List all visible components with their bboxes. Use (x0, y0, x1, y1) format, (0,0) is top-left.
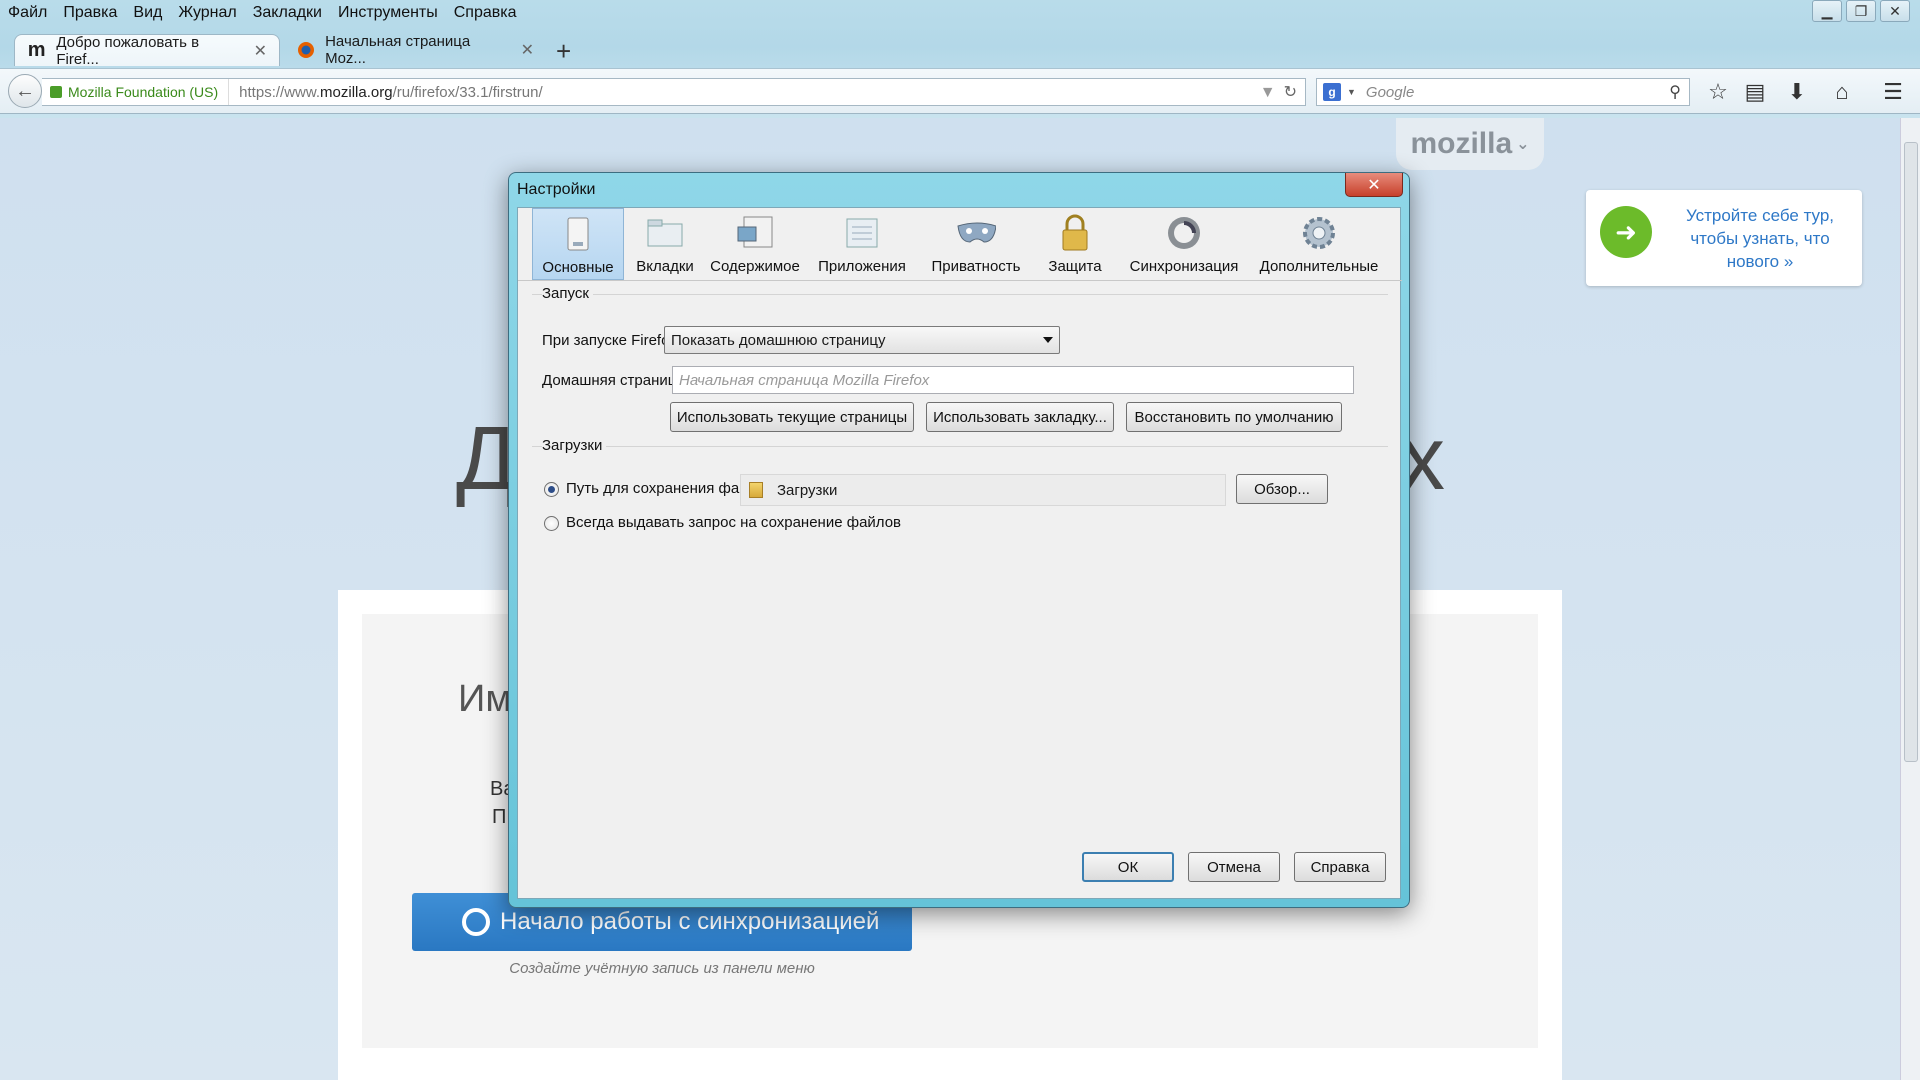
folder-icon (749, 482, 763, 498)
engine-dropdown-icon[interactable]: ▼ (1347, 87, 1356, 97)
firefox-icon (296, 40, 315, 60)
content-icon (735, 214, 775, 252)
menu-help[interactable]: Справка (454, 4, 517, 22)
download-folder-field: Загрузки (740, 474, 1226, 506)
use-current-pages-button[interactable]: Использовать текущие страницы (670, 402, 914, 432)
sync-button-label: Начало работы с синхронизацией (500, 908, 880, 935)
close-tab-icon[interactable]: ✕ (254, 41, 267, 61)
scrollbar-thumb[interactable] (1904, 142, 1918, 762)
home-icon[interactable]: ⌂ (1829, 79, 1855, 105)
sync-icon (462, 908, 490, 936)
save-to-radio[interactable] (544, 482, 559, 497)
pane-general[interactable]: Основные (532, 208, 624, 280)
navigation-toolbar: ← Mozilla Foundation (US) https://www.mo… (0, 68, 1920, 114)
card-text-fragment-2: П (492, 806, 507, 828)
startup-select[interactable]: Показать домашнюю страницу (664, 326, 1060, 354)
close-tab-icon[interactable]: ✕ (521, 40, 534, 60)
dialog-close-button[interactable]: ✕ (1345, 173, 1403, 197)
mozilla-logo[interactable]: mozilla ⌄ (1396, 118, 1544, 170)
dialog-body: Основные Вкладки Содержимое Приложения П… (517, 207, 1402, 899)
menu-history[interactable]: Журнал (178, 4, 236, 22)
search-icon[interactable]: ⚲ (1669, 82, 1681, 102)
pane-tabs[interactable]: Вкладки (624, 208, 706, 280)
tabs-icon (645, 214, 685, 252)
advanced-gear-icon (1299, 214, 1339, 252)
google-engine-icon[interactable]: g (1323, 83, 1341, 101)
homepage-label: Домашняя страница: (542, 372, 689, 389)
chevron-down-icon (1043, 337, 1053, 343)
reload-icon[interactable]: ↻ (1284, 84, 1297, 101)
applications-icon (842, 214, 882, 252)
tab-label: Добро пожаловать в Firef... (56, 33, 200, 68)
mozilla-m-icon: m (27, 39, 46, 61)
browse-button[interactable]: Обзор... (1236, 474, 1328, 504)
tour-link[interactable]: Устройте себе тур, чтобы узнать, что нов… (1670, 204, 1850, 273)
identity-label: Mozilla Foundation (US) (68, 84, 219, 100)
dropdown-icon[interactable]: ▼ (1260, 84, 1276, 101)
tab-label: Начальная страница Moz... (325, 33, 471, 67)
help-button[interactable]: Справка (1294, 852, 1386, 882)
cancel-button[interactable]: Отмена (1188, 852, 1280, 882)
search-bar[interactable]: g ▼ Google ⚲ (1316, 78, 1690, 106)
signpost-icon: ➜ (1600, 206, 1652, 258)
download-folder-name: Загрузки (777, 481, 838, 499)
startup-when-label: При запуске Firefox: (542, 332, 682, 349)
search-placeholder: Google (1365, 83, 1415, 101)
restore-button[interactable]: ❐ (1846, 0, 1876, 22)
menu-view[interactable]: Вид (133, 4, 162, 22)
bookmark-star-icon[interactable]: ☆ (1705, 79, 1731, 105)
use-bookmark-button[interactable]: Использовать закладку... (926, 402, 1114, 432)
menu-bar: Файл Правка Вид Журнал Закладки Инструме… (0, 0, 1700, 26)
panes-separator (518, 280, 1402, 281)
menu-file[interactable]: Файл (8, 4, 47, 22)
startup-group-title: Запуск (542, 285, 593, 302)
sync-icon (1164, 214, 1204, 252)
url-bar[interactable]: Mozilla Foundation (US) https://www.mozi… (42, 78, 1306, 106)
homepage-placeholder: Начальная страница Mozilla Firefox (679, 371, 930, 389)
card-heading-fragment: Им (458, 678, 512, 720)
pane-applications[interactable]: Приложения (804, 208, 920, 280)
always-ask-label[interactable]: Всегда выдавать запрос на сохранение фай… (566, 514, 901, 531)
pane-advanced[interactable]: Дополнительные (1250, 208, 1388, 280)
preferences-panes: Основные Вкладки Содержимое Приложения П… (532, 208, 1388, 280)
ok-button[interactable]: ОК (1082, 852, 1174, 882)
menu-bookmarks[interactable]: Закладки (253, 4, 322, 22)
general-icon (558, 215, 598, 253)
lock-icon (50, 86, 62, 98)
new-tab-plus-icon[interactable]: + (556, 36, 571, 67)
back-arrow-icon[interactable]: ← (8, 74, 42, 108)
close-window-button[interactable]: ✕ (1880, 0, 1910, 22)
downloads-icon[interactable]: ⬇ (1784, 79, 1810, 105)
tab-welcome[interactable]: m Добро пожаловать в Firef... ✕ (14, 33, 280, 68)
downloads-group-title: Загрузки (542, 437, 607, 454)
dialog-title: Настройки (517, 181, 596, 198)
page-scrollbar[interactable] (1900, 118, 1920, 1080)
pane-security[interactable]: Защита (1032, 208, 1118, 280)
startup-select-value: Показать домашнюю страницу (671, 331, 886, 349)
restore-default-button[interactable]: Восстановить по умолчанию (1126, 402, 1342, 432)
security-lock-icon (1055, 214, 1095, 252)
menu-hamburger-icon[interactable]: ☰ (1880, 79, 1906, 105)
pane-privacy[interactable]: Приватность (920, 208, 1032, 280)
privacy-mask-icon (956, 214, 996, 252)
tour-callout[interactable]: ➜ Устройте себе тур, чтобы узнать, что н… (1586, 190, 1862, 286)
menu-tools[interactable]: Инструменты (338, 4, 438, 22)
homepage-input[interactable]: Начальная страница Mozilla Firefox (672, 366, 1354, 394)
options-dialog: Настройки ✕ Основные Вкладки Содержимое … (508, 172, 1410, 908)
sync-hint: Создайте учётную запись из панели меню (509, 960, 815, 977)
always-ask-radio[interactable] (544, 516, 559, 531)
site-identity[interactable]: Mozilla Foundation (US) (42, 79, 230, 105)
pane-content[interactable]: Содержимое (706, 208, 804, 280)
pane-sync[interactable]: Синхронизация (1118, 208, 1250, 280)
url-text: https://www.mozilla.org/ru/firefox/33.1/… (239, 83, 543, 101)
window-controls: ▁ ❐ ✕ (1812, 0, 1910, 22)
tab-strip: m Добро пожаловать в Firef... ✕ Начальна… (0, 30, 1920, 68)
browser-chrome: Файл Правка Вид Журнал Закладки Инструме… (0, 0, 1920, 118)
menu-edit[interactable]: Правка (63, 4, 117, 22)
bookmarks-menu-icon[interactable]: ▤ (1742, 79, 1768, 105)
url-bar-end-icons: ▼ ↻ (1260, 82, 1297, 102)
tab-start-page[interactable]: Начальная страница Moz... ✕ (284, 33, 546, 67)
minimize-button[interactable]: ▁ (1812, 0, 1842, 22)
